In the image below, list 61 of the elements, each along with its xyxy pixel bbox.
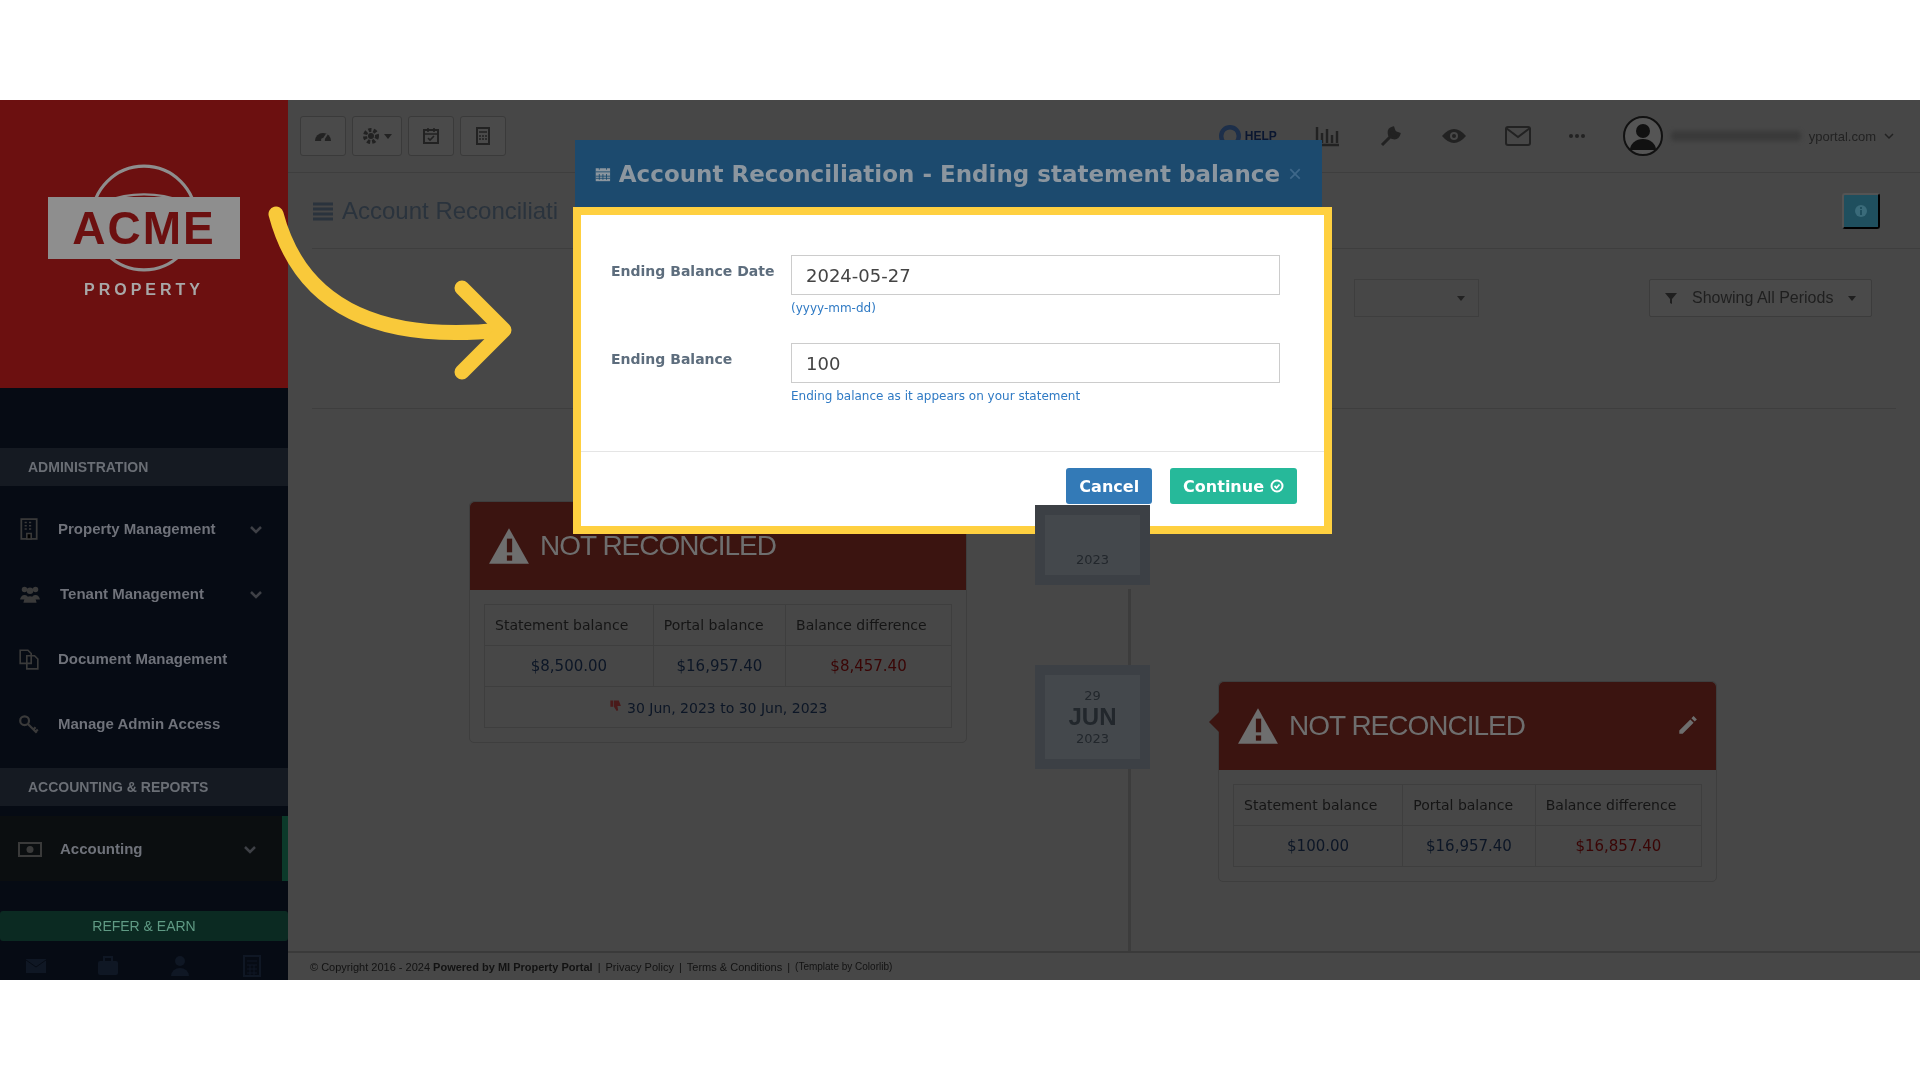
mail-icon[interactable]	[1504, 126, 1531, 146]
continue-button[interactable]: Continue	[1170, 468, 1297, 504]
field-label: Ending Balance	[611, 350, 734, 369]
building-icon	[18, 517, 40, 540]
documents-icon	[18, 647, 40, 670]
calendar-icon	[421, 126, 441, 146]
section-header: ACCOUNTING & REPORTS	[0, 768, 288, 806]
table-cell: $16,957.40	[653, 645, 786, 687]
sidebar-item[interactable]: Manage Admin Access	[0, 691, 288, 756]
bar-chart-icon[interactable]	[1314, 125, 1341, 147]
caret-icon	[1456, 293, 1466, 303]
key-icon	[18, 712, 40, 735]
period-cell: 30 Jun, 2023 to 30 Jun, 2023	[484, 686, 952, 728]
logo-wordmark: ACME	[48, 197, 240, 259]
warning-icon	[1237, 706, 1279, 746]
table-cell: $100.00	[1233, 825, 1403, 867]
table-cell: $8,457.40	[785, 645, 952, 687]
separator: |	[678, 960, 682, 973]
help-text: Ending balance as it appears on your statement	[791, 389, 1082, 403]
check-circle-icon	[1270, 479, 1284, 493]
table-cell: $16,957.40	[1402, 825, 1536, 867]
help-text: (yyyy-mm-dd)	[791, 301, 877, 315]
separator: |	[787, 960, 791, 973]
toolbar-button[interactable]	[408, 116, 454, 156]
info-button[interactable]	[1842, 192, 1880, 229]
input-field[interactable]: 2024-05-27	[791, 255, 1280, 295]
warning-icon	[488, 526, 530, 566]
sidebar-item[interactable]: Tenant Management	[0, 561, 288, 626]
info-icon	[1854, 203, 1868, 218]
cancel-button[interactable]: Cancel	[1066, 468, 1153, 504]
sidebar-item[interactable]: Property Management	[0, 496, 288, 561]
pencil-icon[interactable]	[1676, 715, 1698, 737]
toolbar-button[interactable]	[300, 116, 346, 156]
status-title: NOT RECONCILED	[540, 530, 777, 562]
sidebar-item[interactable]: Document Management	[0, 626, 288, 691]
caret-icon	[383, 131, 393, 141]
logo-tagline: PROPERTY	[84, 281, 204, 299]
gear-icon	[361, 126, 381, 146]
status-title: NOT RECONCILED	[1289, 710, 1526, 742]
field-label: Ending Balance Date	[611, 262, 776, 281]
eye-icon[interactable]	[1440, 127, 1467, 145]
wrench-icon[interactable]	[1378, 124, 1403, 148]
caret-icon	[1847, 293, 1858, 303]
refer-button[interactable]: REFER & EARN	[0, 911, 288, 941]
thumbs-down-icon	[608, 698, 623, 713]
input-field[interactable]: 100	[791, 343, 1280, 383]
table-cell: $8,500.00	[484, 645, 654, 687]
separator: |	[597, 960, 601, 973]
toolbar-button[interactable]	[460, 116, 506, 156]
calculator-icon	[473, 126, 493, 146]
table-cell: $16,857.40	[1535, 825, 1702, 867]
filter-icon	[1664, 291, 1678, 305]
sidebar-item[interactable]: Accounting	[0, 816, 288, 881]
avatar-icon[interactable]	[1622, 116, 1663, 156]
dropdown-field[interactable]	[1354, 279, 1479, 317]
section-header: ADMINISTRATION	[0, 448, 288, 486]
list-icon	[312, 200, 334, 221]
more-icon[interactable]	[1568, 133, 1585, 139]
chevron-down-icon	[1884, 131, 1894, 141]
dialog-title: Account Reconciliation - Ending statement balance	[618, 160, 1280, 187]
toolbar-button[interactable]	[352, 116, 402, 156]
